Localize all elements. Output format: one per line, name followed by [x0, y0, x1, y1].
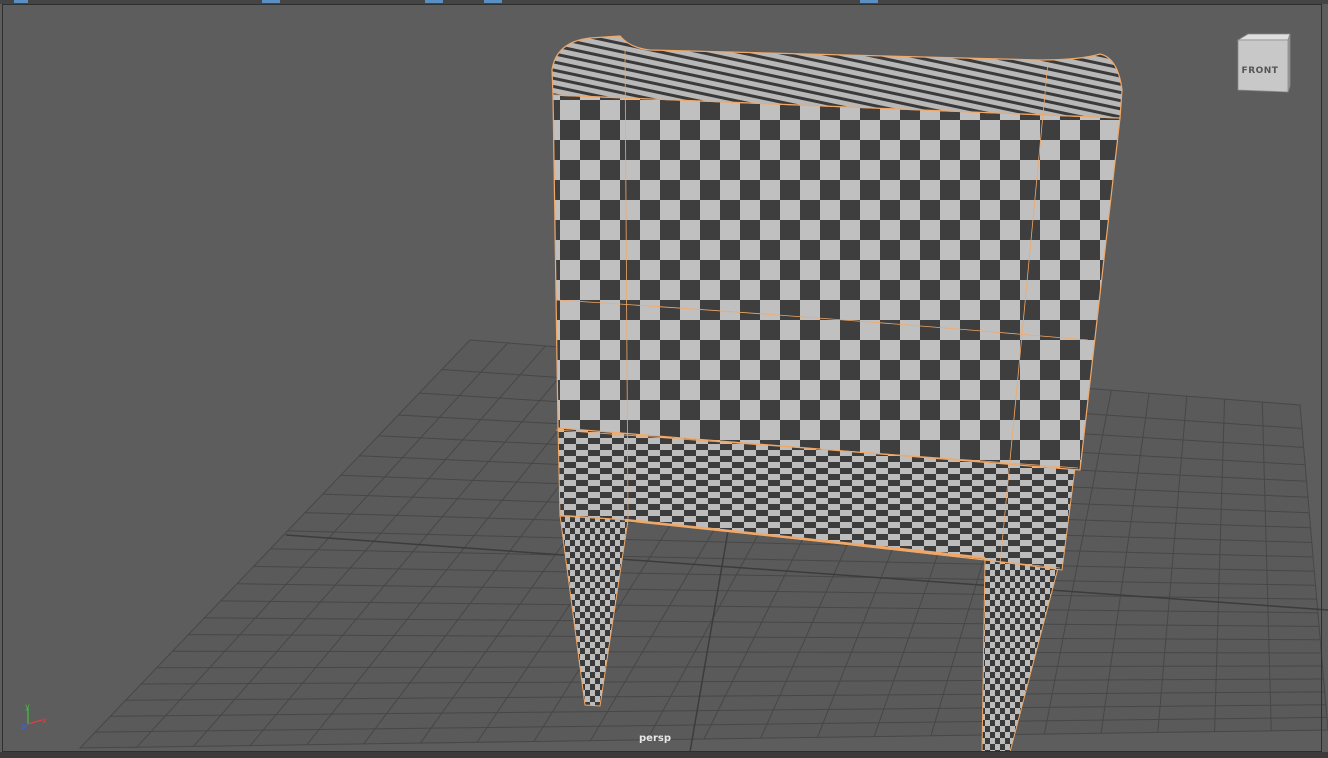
view-cube[interactable] — [1234, 32, 1292, 94]
scene-canvas[interactable] — [0, 0, 1328, 758]
z-axis-label: z — [21, 722, 26, 731]
y-axis-label: y — [25, 702, 30, 711]
x-axis-line — [27, 719, 43, 725]
viewport-bottom-strip — [0, 752, 1328, 758]
view-cube-face-label[interactable]: FRONT — [1238, 66, 1282, 76]
camera-name-label: persp — [639, 733, 671, 744]
viewport-3d[interactable]: FRONT y x z persp — [0, 0, 1328, 758]
x-axis-label: x — [42, 716, 47, 725]
back-panel[interactable] — [552, 94, 1121, 471]
